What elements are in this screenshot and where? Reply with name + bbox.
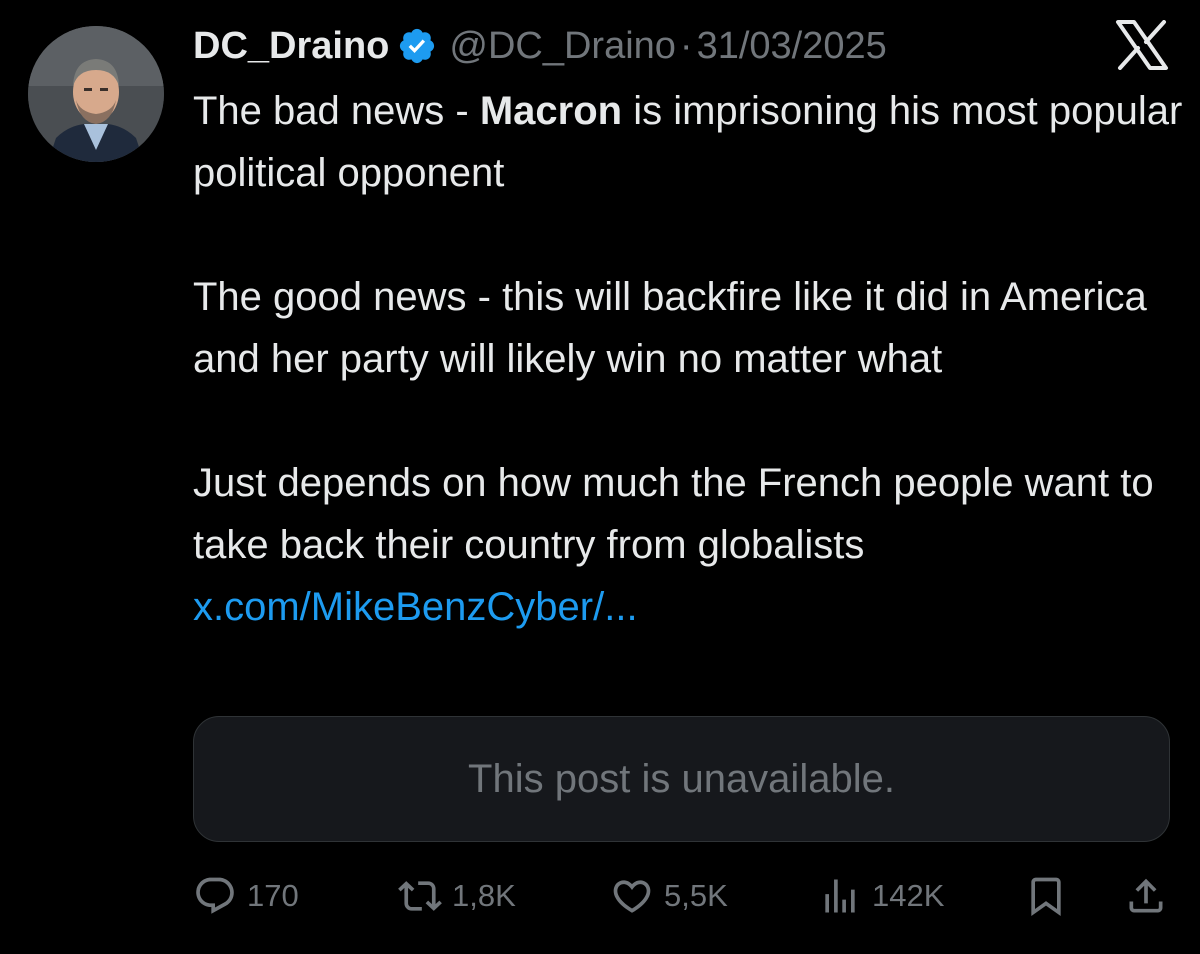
tweet-text-part: Just depends on how much the French peop…: [193, 461, 1154, 567]
repost-count: 1,8K: [452, 878, 516, 913]
avatar[interactable]: [28, 26, 164, 162]
views-button[interactable]: 142K: [818, 868, 944, 924]
x-logo-icon: [1114, 20, 1170, 70]
repost-icon: [398, 874, 442, 918]
tweet-paragraph-1: The bad news - Macron is imprisoning his…: [193, 80, 1183, 204]
bookmark-icon: [1024, 874, 1068, 918]
views-count: 142K: [872, 878, 945, 913]
share-button[interactable]: [1124, 868, 1168, 924]
avatar-image: [28, 26, 164, 162]
heart-icon: [610, 874, 654, 918]
handle[interactable]: @DC_Draino: [449, 18, 676, 74]
action-bar: 170 1,8K 5,5K 142K: [0, 868, 1200, 924]
unavailable-message: This post is unavailable.: [468, 756, 895, 801]
reply-icon: [193, 874, 237, 918]
like-count: 5,5K: [664, 878, 728, 913]
tweet-paragraph-3: Just depends on how much the French peop…: [193, 452, 1183, 638]
tweet-text-part: The bad news -: [193, 89, 480, 133]
share-icon: [1124, 874, 1168, 918]
display-name[interactable]: DC_Draino: [193, 18, 389, 74]
views-icon: [818, 874, 862, 918]
quoted-post-card: This post is unavailable.: [193, 716, 1170, 842]
separator-dot: ·: [679, 25, 693, 67]
repost-button[interactable]: 1,8K: [398, 868, 516, 924]
verified-badge-icon[interactable]: [397, 26, 437, 66]
tweet-paragraph-2: The good news - this will backfire like …: [193, 275, 1147, 381]
tweet-link[interactable]: x.com/MikeBenzCyber/...: [193, 585, 638, 629]
like-button[interactable]: 5,5K: [610, 868, 728, 924]
tweet-header: DC_Draino @DC_Draino · 31/03/2025: [193, 18, 887, 74]
reply-count: 170: [247, 878, 299, 913]
tweet-bold-word: Macron: [479, 89, 623, 133]
tweet-text: The bad news - Macron is imprisoning his…: [193, 80, 1183, 638]
bookmark-button[interactable]: [1024, 868, 1068, 924]
post-date[interactable]: 31/03/2025: [697, 18, 887, 74]
reply-button[interactable]: 170: [193, 868, 299, 924]
